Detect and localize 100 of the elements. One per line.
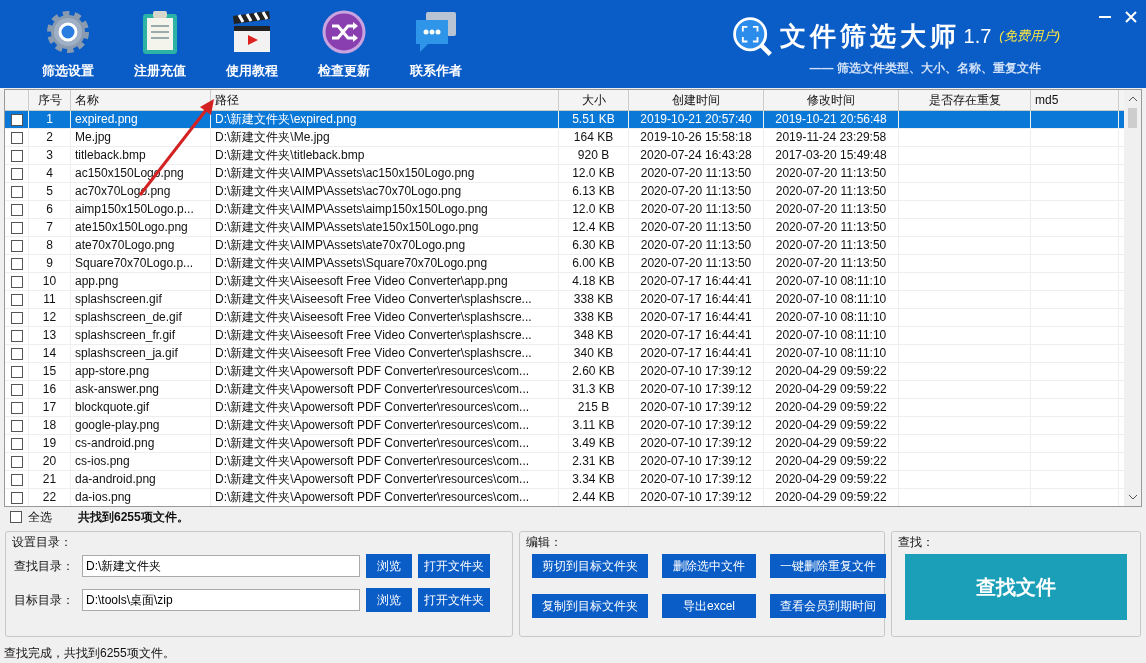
column-header[interactable]: 创建时间 — [629, 90, 764, 110]
row-checkbox[interactable] — [10, 383, 23, 396]
table-row[interactable]: 1 expired.png D:\新建文件夹\expired.png 5.51 KB 2019-10-21 20:57:40 2019-10-21 20:56:48 — [5, 111, 1124, 129]
directory-button[interactable]: 浏览 — [366, 588, 412, 612]
directory-button[interactable]: 打开文件夹 — [418, 588, 490, 612]
table-cell: D:\新建文件夹\Apowersoft PDF Converter\resources\com... — [211, 489, 559, 506]
table-cell: ask-answer.png — [71, 381, 211, 398]
table-row[interactable]: 15 app-store.png D:\新建文件夹\Apowersoft PDF Converter\resources\com... 2.60 KB 2020-07-10 17:39:12 2020-04-29 09:59:22 — [5, 363, 1124, 381]
version-number: 1.7 — [963, 24, 992, 48]
table-cell: 2020-04-29 09:59:22 — [764, 453, 899, 470]
table-row[interactable]: 8 ate70x70Logo.png D:\新建文件夹\AIMP\Assets\ate70x70Logo.png 6.30 KB 2020-07-20 11:13:50 2020-07-20 11:13:50 — [5, 237, 1124, 255]
table-cell: D:\新建文件夹\AIMP\Assets\ate150x150Logo.png — [211, 219, 559, 236]
table-cell: 2020-07-10 08:11:10 — [764, 291, 899, 308]
table-cell: 2020-07-10 17:39:12 — [629, 381, 764, 398]
row-checkbox[interactable] — [10, 473, 23, 486]
table-row[interactable]: 11 splashscreen.gif D:\新建文件夹\Aiseesoft Free Video Converter\splashscre... 338 KB 2020-07-17 16:44:41 2020-07-10 08:11:10 — [5, 291, 1124, 309]
toolbar-button[interactable]: 注册充值 — [122, 0, 198, 88]
row-checkbox[interactable] — [10, 113, 23, 126]
table-cell: 348 KB — [559, 327, 629, 344]
table-cell: 2020-07-10 17:39:12 — [629, 435, 764, 452]
column-header[interactable]: md5 — [1031, 90, 1119, 110]
edit-button[interactable]: 剪切到目标文件夹 — [532, 554, 648, 578]
directory-field[interactable]: D:\新建文件夹 — [82, 555, 360, 577]
table-cell: 1 — [29, 111, 71, 128]
table-cell: D:\新建文件夹\titleback.bmp — [211, 147, 559, 164]
row-checkbox[interactable] — [10, 149, 23, 162]
close-icon[interactable] — [1124, 10, 1138, 24]
table-cell: 2020-07-20 11:13:50 — [764, 255, 899, 272]
row-checkbox[interactable] — [10, 131, 23, 144]
row-checkbox[interactable] — [10, 293, 23, 306]
select-all-checkbox[interactable]: 全选 — [10, 508, 52, 526]
toolbar-button[interactable]: 使用教程 — [214, 0, 290, 88]
row-checkbox[interactable] — [10, 491, 23, 504]
row-checkbox[interactable] — [10, 275, 23, 288]
scrollbar[interactable] — [1124, 90, 1141, 506]
table-row[interactable]: 20 cs-ios.png D:\新建文件夹\Apowersoft PDF Converter\resources\com... 2.31 KB 2020-07-10 17:39:12 2020-04-29 09:59:22 — [5, 453, 1124, 471]
table-cell: D:\新建文件夹\Aiseesoft Free Video Converter\splashscre... — [211, 309, 559, 326]
table-row[interactable]: 13 splashscreen_fr.gif D:\新建文件夹\Aiseesoft Free Video Converter\splashscre... 348 KB 2020-07-17 16:44:41 2020-07-10 08:11:10 — [5, 327, 1124, 345]
table-row[interactable]: 14 splashscreen_ja.gif D:\新建文件夹\Aiseesoft Free Video Converter\splashscre... 340 KB 2020-07-17 16:44:41 2020-07-10 08:11:10 — [5, 345, 1124, 363]
scroll-thumb[interactable] — [1128, 108, 1137, 128]
edit-button[interactable]: 一键删除重复文件 — [770, 554, 886, 578]
table-row[interactable]: 6 aimp150x150Logo.p... D:\新建文件夹\AIMP\Assets\aimp150x150Logo.png 12.0 KB 2020-07-20 11:13:50 2020-07-20 11:13:50 — [5, 201, 1124, 219]
table-cell: 2020-07-10 08:11:10 — [764, 327, 899, 344]
table-cell: da-ios.png — [71, 489, 211, 506]
table-cell: 12.4 KB — [559, 219, 629, 236]
row-checkbox[interactable] — [10, 167, 23, 180]
row-checkbox[interactable] — [10, 185, 23, 198]
row-checkbox[interactable] — [10, 329, 23, 342]
table-cell: D:\新建文件夹\Apowersoft PDF Converter\resources\com... — [211, 417, 559, 434]
table-cell: 2.60 KB — [559, 363, 629, 380]
table-cell: 920 B — [559, 147, 629, 164]
table-cell: titleback.bmp — [71, 147, 211, 164]
row-checkbox[interactable] — [10, 311, 23, 324]
table-cell: splashscreen.gif — [71, 291, 211, 308]
toolbar-button[interactable]: 联系作者 — [398, 0, 474, 88]
column-header[interactable]: 序号 — [29, 90, 71, 110]
row-checkbox[interactable] — [10, 347, 23, 360]
table-cell: 340 KB — [559, 345, 629, 362]
scroll-up-icon[interactable] — [1127, 96, 1138, 102]
table-row[interactable]: 3 titleback.bmp D:\新建文件夹\titleback.bmp 920 B 2020-07-24 16:43:28 2017-03-20 15:49:48 — [5, 147, 1124, 165]
row-checkbox[interactable] — [10, 203, 23, 216]
edit-button[interactable]: 导出excel — [662, 594, 756, 618]
row-checkbox[interactable] — [10, 221, 23, 234]
edit-button[interactable]: 复制到目标文件夹 — [532, 594, 648, 618]
table-row[interactable]: 7 ate150x150Logo.png D:\新建文件夹\AIMP\Assets\ate150x150Logo.png 12.4 KB 2020-07-20 11:13:50 2020-07-20 11:13:50 — [5, 219, 1124, 237]
row-checkbox[interactable] — [10, 239, 23, 252]
column-header[interactable]: 修改时间 — [764, 90, 899, 110]
table-row[interactable]: 16 ask-answer.png D:\新建文件夹\Apowersoft PDF Converter\resources\com... 31.3 KB 2020-07-10 17:39:12 2020-04-29 09:59:22 — [5, 381, 1124, 399]
row-checkbox[interactable] — [10, 437, 23, 450]
directory-button[interactable]: 打开文件夹 — [418, 554, 490, 578]
row-checkbox[interactable] — [10, 257, 23, 270]
table-cell: D:\新建文件夹\Aiseesoft Free Video Converter\splashscre... — [211, 327, 559, 344]
edit-button[interactable]: 查看会员到期时间 — [770, 594, 886, 618]
row-checkbox[interactable] — [10, 365, 23, 378]
row-checkbox[interactable] — [10, 401, 23, 414]
table-row[interactable]: 9 Square70x70Logo.p... D:\新建文件夹\AIMP\Assets\Square70x70Logo.png 6.00 KB 2020-07-20 11:13:50 2020-07-20 11:13:50 — [5, 255, 1124, 273]
table-row[interactable]: 2 Me.jpg D:\新建文件夹\Me.jpg 164 KB 2019-10-26 15:58:18 2019-11-24 23:29:58 — [5, 129, 1124, 147]
table-cell: 2019-10-21 20:57:40 — [629, 111, 764, 128]
table-cell: 2020-07-20 11:13:50 — [629, 219, 764, 236]
column-header[interactable]: 是否存在重复 — [899, 90, 1031, 110]
table-row[interactable]: 21 da-android.png D:\新建文件夹\Apowersoft PDF Converter\resources\com... 3.34 KB 2020-07-10 17:39:12 2020-04-29 09:59:22 — [5, 471, 1124, 489]
table-cell: 2020-07-10 17:39:12 — [629, 363, 764, 380]
directory-field[interactable]: D:\tools\桌面\zip — [82, 589, 360, 611]
row-checkbox[interactable] — [10, 455, 23, 468]
edit-button[interactable]: 删除选中文件 — [662, 554, 756, 578]
table-cell: D:\新建文件夹\Apowersoft PDF Converter\resources\com... — [211, 471, 559, 488]
table-row[interactable]: 10 app.png D:\新建文件夹\Aiseesoft Free Video Converter\app.png 4.18 KB 2020-07-17 16:44:41 2020-07-10 08:11:10 — [5, 273, 1124, 291]
table-row[interactable]: 12 splashscreen_de.gif D:\新建文件夹\Aiseesoft Free Video Converter\splashscre... 338 KB 2020-07-17 16:44:41 2020-07-10 08:11:10 — [5, 309, 1124, 327]
directory-button[interactable]: 浏览 — [366, 554, 412, 578]
toolbar-button[interactable]: 检查更新 — [306, 0, 382, 88]
table-row[interactable]: 17 blockquote.gif D:\新建文件夹\Apowersoft PDF Converter\resources\com... 215 B 2020-07-10 17:39:12 2020-04-29 09:59:22 — [5, 399, 1124, 417]
table-row[interactable]: 22 da-ios.png D:\新建文件夹\Apowersoft PDF Converter\resources\com... 2.44 KB 2020-07-10 17:39:12 2020-04-29 09:59:22 — [5, 489, 1124, 506]
shuffle-icon — [320, 8, 368, 56]
row-checkbox[interactable] — [10, 419, 23, 432]
scroll-down-icon[interactable] — [1127, 494, 1138, 500]
toolbar-button[interactable]: 筛选设置 — [30, 0, 106, 88]
table-cell: 2020-04-29 09:59:22 — [764, 489, 899, 506]
table-row[interactable]: 19 cs-android.png D:\新建文件夹\Apowersoft PDF Converter\resources\com... 3.49 KB 2020-07-10 17:39:12 2020-04-29 09:59:22 — [5, 435, 1124, 453]
table-row[interactable]: 18 google-play.png D:\新建文件夹\Apowersoft PDF Converter\resources\com... 3.11 KB 2020-07-10 17:39:12 2020-04-29 09:59:22 — [5, 417, 1124, 435]
column-header[interactable]: 大小 — [559, 90, 629, 110]
